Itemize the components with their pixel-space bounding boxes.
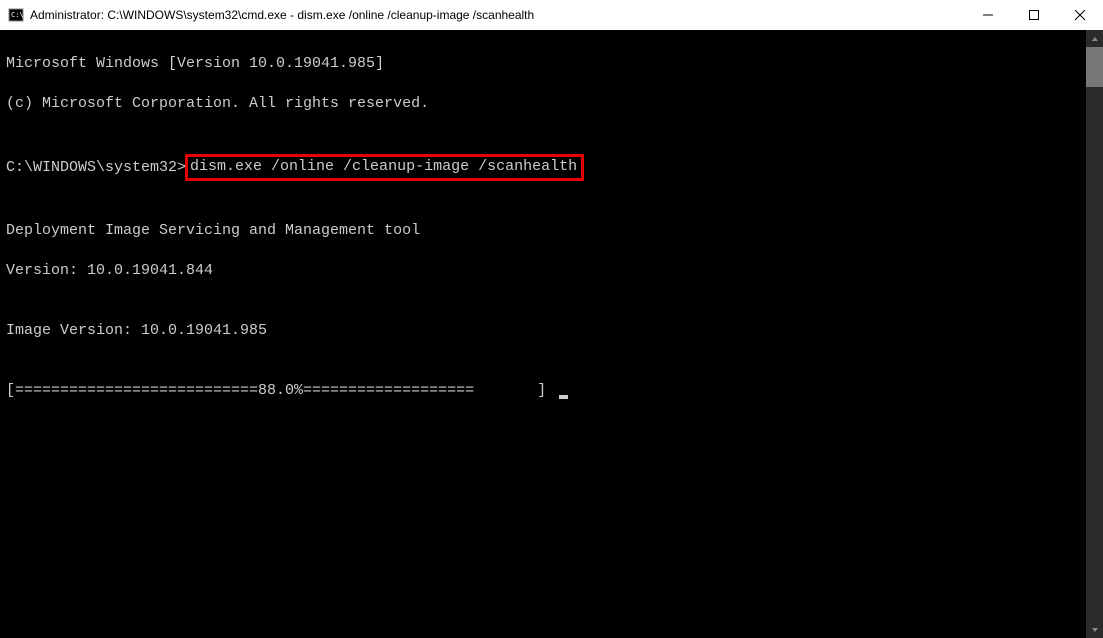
prompt-path: C:\WINDOWS\system32> — [6, 158, 186, 178]
output-line: Version: 10.0.19041.844 — [6, 261, 1097, 281]
output-line: Microsoft Windows [Version 10.0.19041.98… — [6, 54, 1097, 74]
cmd-icon: C:\ — [8, 7, 24, 23]
output-line: (c) Microsoft Corporation. All rights re… — [6, 94, 1097, 114]
prompt-line: C:\WINDOWS\system32>dism.exe /online /cl… — [6, 154, 1097, 181]
window-titlebar: C:\ Administrator: C:\WINDOWS\system32\c… — [0, 0, 1103, 30]
window-controls — [965, 0, 1103, 30]
close-button[interactable] — [1057, 0, 1103, 30]
progress-line: [===========================88.0%=======… — [6, 381, 1097, 401]
cursor-icon — [559, 395, 568, 399]
minimize-button[interactable] — [965, 0, 1011, 30]
progress-bar-text: [===========================88.0%=======… — [6, 381, 555, 401]
vertical-scrollbar[interactable] — [1086, 30, 1103, 638]
output-line: Deployment Image Servicing and Managemen… — [6, 221, 1097, 241]
output-line: Image Version: 10.0.19041.985 — [6, 321, 1097, 341]
terminal-output[interactable]: Microsoft Windows [Version 10.0.19041.98… — [0, 30, 1103, 638]
scroll-down-icon[interactable] — [1086, 621, 1103, 638]
command-highlight: dism.exe /online /cleanup-image /scanhea… — [185, 154, 584, 181]
maximize-button[interactable] — [1011, 0, 1057, 30]
window-title: Administrator: C:\WINDOWS\system32\cmd.e… — [30, 8, 965, 22]
scroll-thumb[interactable] — [1086, 47, 1103, 87]
command-text: dism.exe /online /cleanup-image /scanhea… — [190, 158, 577, 175]
scroll-up-icon[interactable] — [1086, 30, 1103, 47]
svg-text:C:\: C:\ — [11, 11, 24, 19]
